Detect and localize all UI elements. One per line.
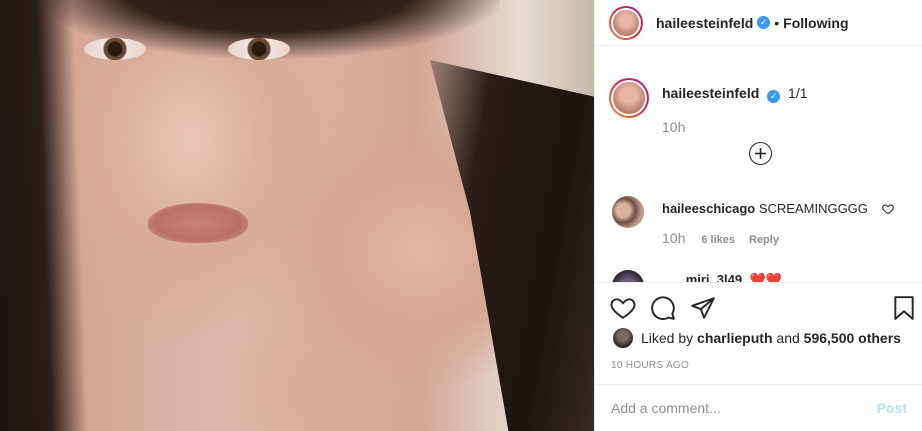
verified-badge-icon: ✓ (767, 90, 781, 103)
post-side-panel: haileesteinfeld ✓ • Following haileestei… (594, 0, 922, 431)
caption-body: 1/1 (788, 85, 808, 101)
commenter-username[interactable]: haileeschicago (662, 201, 755, 216)
paper-plane-icon[interactable] (690, 295, 716, 321)
add-comment-bar: Post (595, 384, 922, 431)
action-bar (595, 282, 922, 330)
commenter-avatar[interactable] (612, 196, 644, 228)
add-comment-input[interactable] (611, 400, 877, 416)
comment-item: haileeschicago SCREAMINGGGG (612, 196, 912, 228)
comment-likes-count[interactable]: 6 likes (701, 234, 735, 246)
post-timestamp[interactable]: 10 HOURS AGO (611, 360, 689, 371)
comment-body: ❤️❤️ (749, 272, 783, 282)
post-header: haileesteinfeld ✓ • Following (595, 0, 922, 46)
caption-avatar-image (611, 80, 647, 116)
photo-left-eye (84, 38, 146, 60)
post-photo[interactable] (0, 0, 594, 431)
author-username[interactable]: haileesteinfeld (656, 15, 753, 31)
likes-summary: Liked by charlieputh and 596,500 others (613, 328, 901, 348)
caption-avatar[interactable] (609, 78, 649, 118)
author-avatar[interactable] (609, 5, 643, 40)
comment-text: ___miri_3l49 ❤️❤️ (664, 272, 782, 282)
comment-bubble-icon[interactable] (650, 295, 676, 321)
liker-avatar[interactable] (613, 328, 633, 348)
following-button[interactable]: Following (783, 15, 848, 31)
verified-badge-icon: ✓ (757, 16, 771, 29)
photo-right-eye (228, 38, 290, 60)
comment-like-heart-icon[interactable] (882, 203, 894, 215)
liker-username[interactable]: charlieputh (697, 330, 772, 346)
likes-prefix: Liked by (641, 330, 694, 346)
comment-meta: 10h 6 likes Reply (662, 230, 779, 246)
post-comment-button[interactable]: Post (877, 400, 907, 416)
caption-text: haileesteinfeld ✓ 1/1 (662, 85, 808, 118)
heart-icon[interactable] (610, 295, 636, 321)
caption-time[interactable]: 10h (662, 119, 685, 135)
comment-body: SCREAMINGGGG (758, 201, 868, 216)
header-separator: • (774, 14, 780, 31)
caption-username[interactable]: haileesteinfeld (662, 85, 759, 101)
comment-reply-button[interactable]: Reply (749, 234, 779, 246)
commenter-avatar[interactable] (612, 270, 644, 282)
plus-circle-icon (755, 148, 766, 159)
photo-lips (148, 203, 248, 243)
load-more-comments-button[interactable] (749, 142, 772, 165)
header-text: haileesteinfeld ✓ • Following (656, 15, 849, 31)
author-avatar-image (611, 7, 641, 38)
likes-conjunction: and (776, 330, 800, 346)
comment-time[interactable]: 10h (662, 230, 685, 246)
photo-hair-right (430, 60, 594, 431)
comment-text: haileeschicago SCREAMINGGGG (662, 201, 868, 228)
comments-section[interactable]: haileesteinfeld ✓ 1/1 10h haileeschicago… (595, 62, 922, 282)
bookmark-icon[interactable] (891, 295, 917, 321)
likes-others-count[interactable]: 596,500 others (804, 330, 901, 346)
caption-row: haileesteinfeld ✓ 1/1 (609, 78, 808, 118)
commenter-username[interactable]: ___miri_3l49 (664, 272, 742, 282)
comment-item: ___miri_3l49 ❤️❤️ (612, 270, 782, 282)
